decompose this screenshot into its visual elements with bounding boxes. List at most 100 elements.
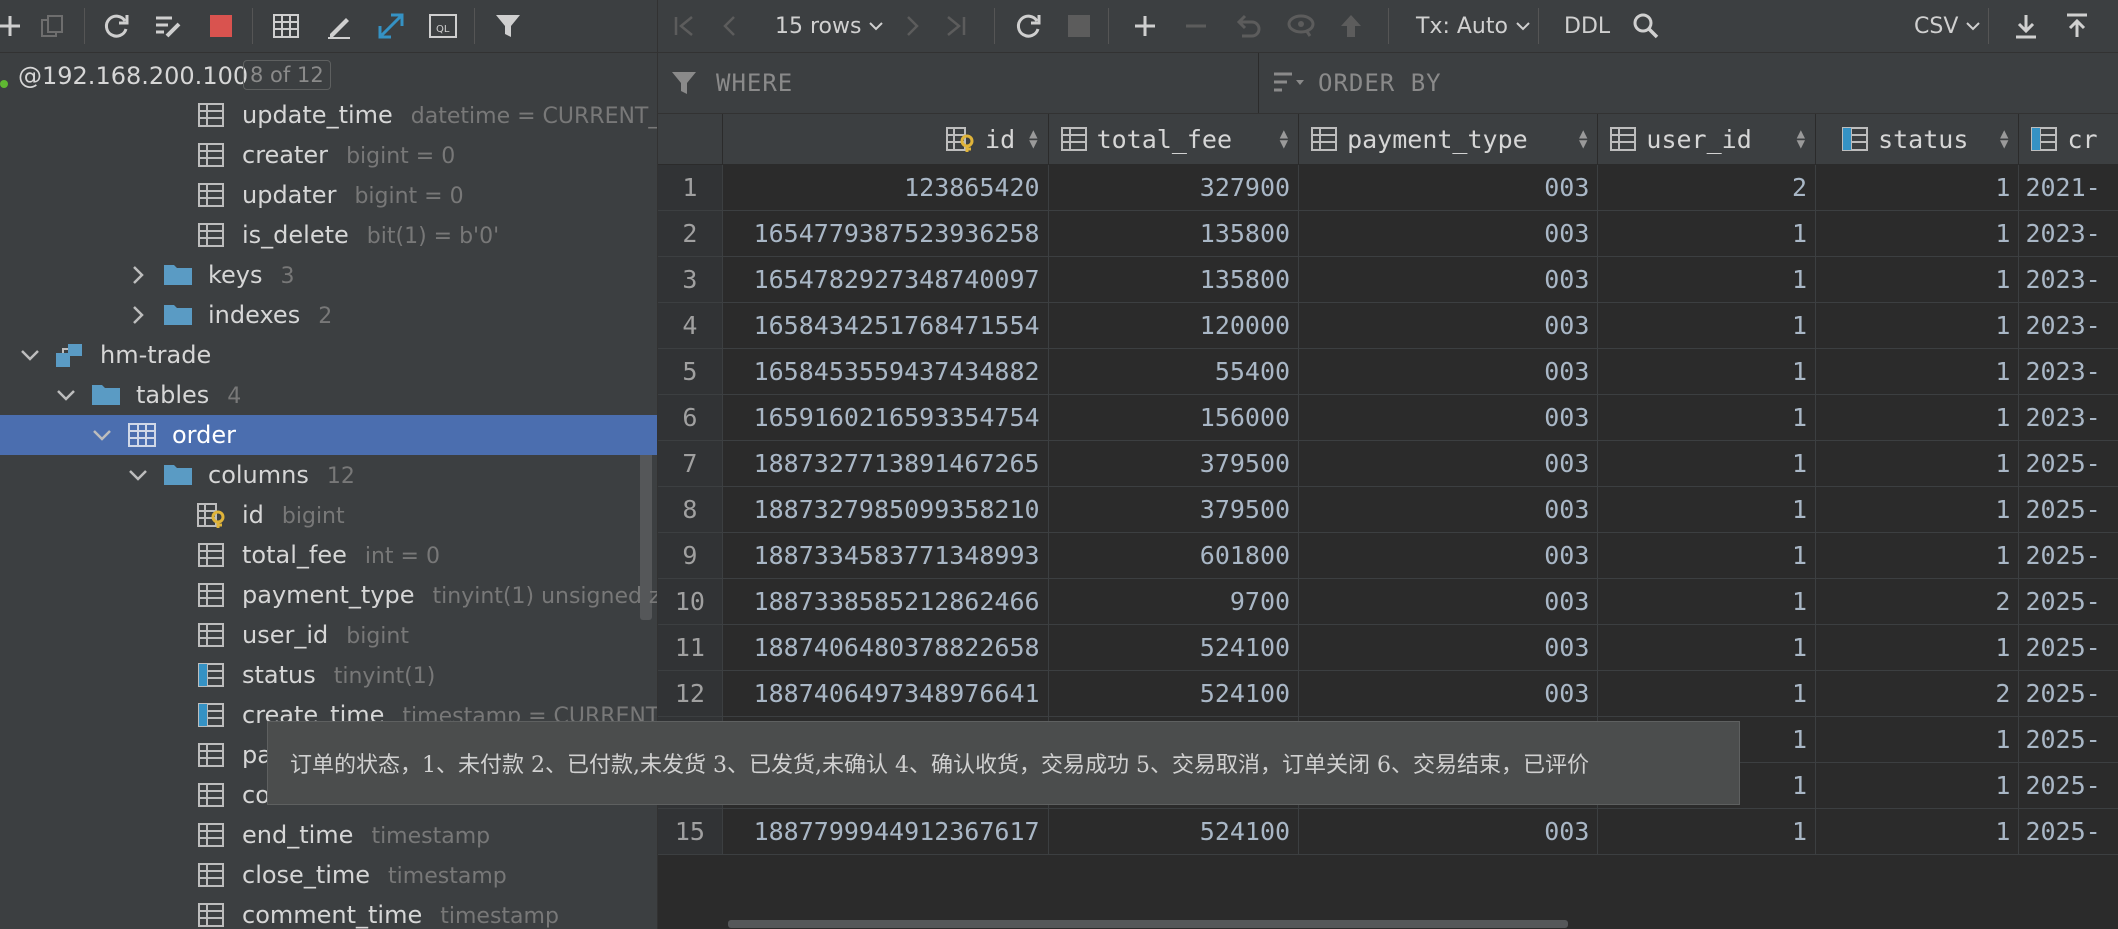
- table-cell[interactable]: 1: [1815, 164, 2020, 211]
- table-cell[interactable]: 1659160216593354754: [722, 394, 1049, 441]
- column-header-status[interactable]: status ▲ ▼: [1815, 114, 2020, 165]
- table-cell[interactable]: 1887406497348976641: [722, 670, 1049, 717]
- table-cell[interactable]: 1887799944912367617: [722, 808, 1049, 855]
- export-icon[interactable]: [2013, 0, 2039, 52]
- table-cell[interactable]: 1: [1597, 302, 1817, 349]
- tree-item-indexes[interactable]: indexes 2: [0, 295, 657, 335]
- table-cell[interactable]: 379500: [1048, 486, 1300, 533]
- table-cell[interactable]: 2025-: [2018, 624, 2118, 671]
- table-cell[interactable]: 1: [1815, 348, 2020, 395]
- table-cell[interactable]: 1: [1597, 394, 1817, 441]
- column-header-total_fee[interactable]: total_fee ▲ ▼: [1048, 114, 1300, 165]
- table-cell[interactable]: 1: [1815, 624, 2020, 671]
- table-cell[interactable]: 003: [1298, 210, 1599, 257]
- table-cell[interactable]: 2023-: [2018, 348, 2118, 395]
- first-page-icon[interactable]: [672, 0, 696, 52]
- tree-item-status[interactable]: status tinyint(1): [0, 655, 657, 695]
- edit-icon[interactable]: [321, 8, 357, 44]
- import-icon[interactable]: [2064, 0, 2090, 52]
- table-cell[interactable]: 1887327713891467265: [722, 440, 1049, 487]
- search-icon[interactable]: [1632, 0, 1660, 52]
- jump-to-source-icon[interactable]: [373, 8, 409, 44]
- table-cell[interactable]: 2023-: [2018, 394, 2118, 441]
- table-cell[interactable]: 1887334583771348993: [722, 532, 1049, 579]
- chevron-right-icon[interactable]: [126, 303, 150, 327]
- order-by-input[interactable]: ORDER BY: [1318, 53, 2098, 113]
- tree-item-update_time[interactable]: update_time datetime = CURRENT_TI: [0, 95, 657, 135]
- table-cell[interactable]: 1: [1815, 210, 2020, 257]
- table-cell[interactable]: 1658453559437434882: [722, 348, 1049, 395]
- tree-item-is_delete[interactable]: is_delete bit(1) = b'0': [0, 215, 657, 255]
- table-view-icon[interactable]: [268, 8, 304, 44]
- table-cell[interactable]: 2: [1815, 578, 2020, 625]
- add-row-icon[interactable]: [1132, 0, 1158, 52]
- table-cell[interactable]: 1: [1597, 532, 1817, 579]
- table-cell[interactable]: 003: [1298, 578, 1599, 625]
- table-cell[interactable]: 003: [1298, 808, 1599, 855]
- table-cell[interactable]: 327900: [1048, 164, 1300, 211]
- tree-item-close_time[interactable]: close_time timestamp: [0, 855, 657, 895]
- table-cell[interactable]: 1: [1815, 394, 2020, 441]
- table-cell[interactable]: 1: [1815, 440, 2020, 487]
- edit-properties-icon[interactable]: [150, 8, 186, 44]
- table-cell[interactable]: 2023-: [2018, 256, 2118, 303]
- table-cell[interactable]: 1: [1815, 762, 2020, 809]
- tree-item-total_fee[interactable]: total_fee int = 0: [0, 535, 657, 575]
- table-row[interactable]: 3 1654782927348740097 135800 003 1 1 2023-: [658, 256, 2118, 303]
- revert-icon[interactable]: [1234, 0, 1262, 52]
- table-cell[interactable]: 2023-: [2018, 210, 2118, 257]
- tree-item-comment_time[interactable]: comment_time timestamp: [0, 895, 657, 929]
- tree-item-keys[interactable]: keys 3: [0, 255, 657, 295]
- table-cell[interactable]: 003: [1298, 440, 1599, 487]
- table-cell[interactable]: 1: [1815, 532, 2020, 579]
- table-cell[interactable]: 003: [1298, 256, 1599, 303]
- stop-icon[interactable]: [203, 8, 239, 44]
- table-cell[interactable]: 1: [1597, 256, 1817, 303]
- table-cell[interactable]: 1: [1815, 808, 2020, 855]
- tree-item-user_id[interactable]: user_id bigint: [0, 615, 657, 655]
- table-cell[interactable]: 1: [1815, 256, 2020, 303]
- where-input[interactable]: WHERE: [716, 53, 1256, 113]
- query-console-icon[interactable]: QL: [425, 8, 461, 44]
- table-cell[interactable]: 524100: [1048, 670, 1300, 717]
- table-cell[interactable]: 1: [1597, 578, 1817, 625]
- filter-icon[interactable]: [490, 8, 526, 44]
- tree-item-payment_type[interactable]: payment_type tinyint(1) unsigned ze: [0, 575, 657, 615]
- rows-count-dropdown[interactable]: 15 rows: [775, 0, 885, 52]
- table-cell[interactable]: 1654779387523936258: [722, 210, 1049, 257]
- table-cell[interactable]: 123865420: [722, 164, 1049, 211]
- table-cell[interactable]: 135800: [1048, 210, 1300, 257]
- reload-icon[interactable]: [1015, 0, 1043, 52]
- table-cell[interactable]: 2025-: [2018, 716, 2118, 763]
- tree-item-order[interactable]: order: [0, 415, 657, 455]
- table-cell[interactable]: 2025-: [2018, 762, 2118, 809]
- transaction-mode-dropdown[interactable]: Tx: Auto: [1416, 0, 1532, 52]
- table-cell[interactable]: 2025-: [2018, 808, 2118, 855]
- add-icon[interactable]: [0, 8, 28, 44]
- column-header-create_time[interactable]: cr: [2018, 114, 2118, 165]
- table-cell[interactable]: 2025-: [2018, 486, 2118, 533]
- column-header-payment_type[interactable]: payment_type ▲ ▼: [1298, 114, 1599, 165]
- table-cell[interactable]: 1887406480378822658: [722, 624, 1049, 671]
- chevron-right-icon[interactable]: [126, 263, 150, 287]
- table-row[interactable]: 9 1887334583771348993 601800 003 1 1 2025-: [658, 532, 2118, 579]
- table-row[interactable]: 11 1887406480378822658 524100 003 1 1 2025-: [658, 624, 2118, 671]
- ddl-button[interactable]: DDL: [1564, 0, 1610, 52]
- table-cell[interactable]: 9700: [1048, 578, 1300, 625]
- table-cell[interactable]: 1887327985099358210: [722, 486, 1049, 533]
- table-cell[interactable]: 601800: [1048, 532, 1300, 579]
- table-cell[interactable]: 1: [1597, 670, 1817, 717]
- table-cell[interactable]: 2025-: [2018, 670, 2118, 717]
- sort-toggle-icon[interactable]: ▲ ▼: [1029, 127, 1037, 151]
- sort-toggle-icon[interactable]: ▲ ▼: [1797, 127, 1805, 151]
- last-page-icon[interactable]: [944, 0, 968, 52]
- table-row[interactable]: 4 1658434251768471554 120000 003 1 1 2023-: [658, 302, 2118, 349]
- refresh-icon[interactable]: [99, 8, 135, 44]
- table-cell[interactable]: 1887338585212862466: [722, 578, 1049, 625]
- tree-item-hm-trade[interactable]: hm-trade: [0, 335, 657, 375]
- table-cell[interactable]: 003: [1298, 624, 1599, 671]
- table-cell[interactable]: 1: [1815, 716, 2020, 763]
- tree-item-id[interactable]: id bigint: [0, 495, 657, 535]
- table-cell[interactable]: 1654782927348740097: [722, 256, 1049, 303]
- table-cell[interactable]: 55400: [1048, 348, 1300, 395]
